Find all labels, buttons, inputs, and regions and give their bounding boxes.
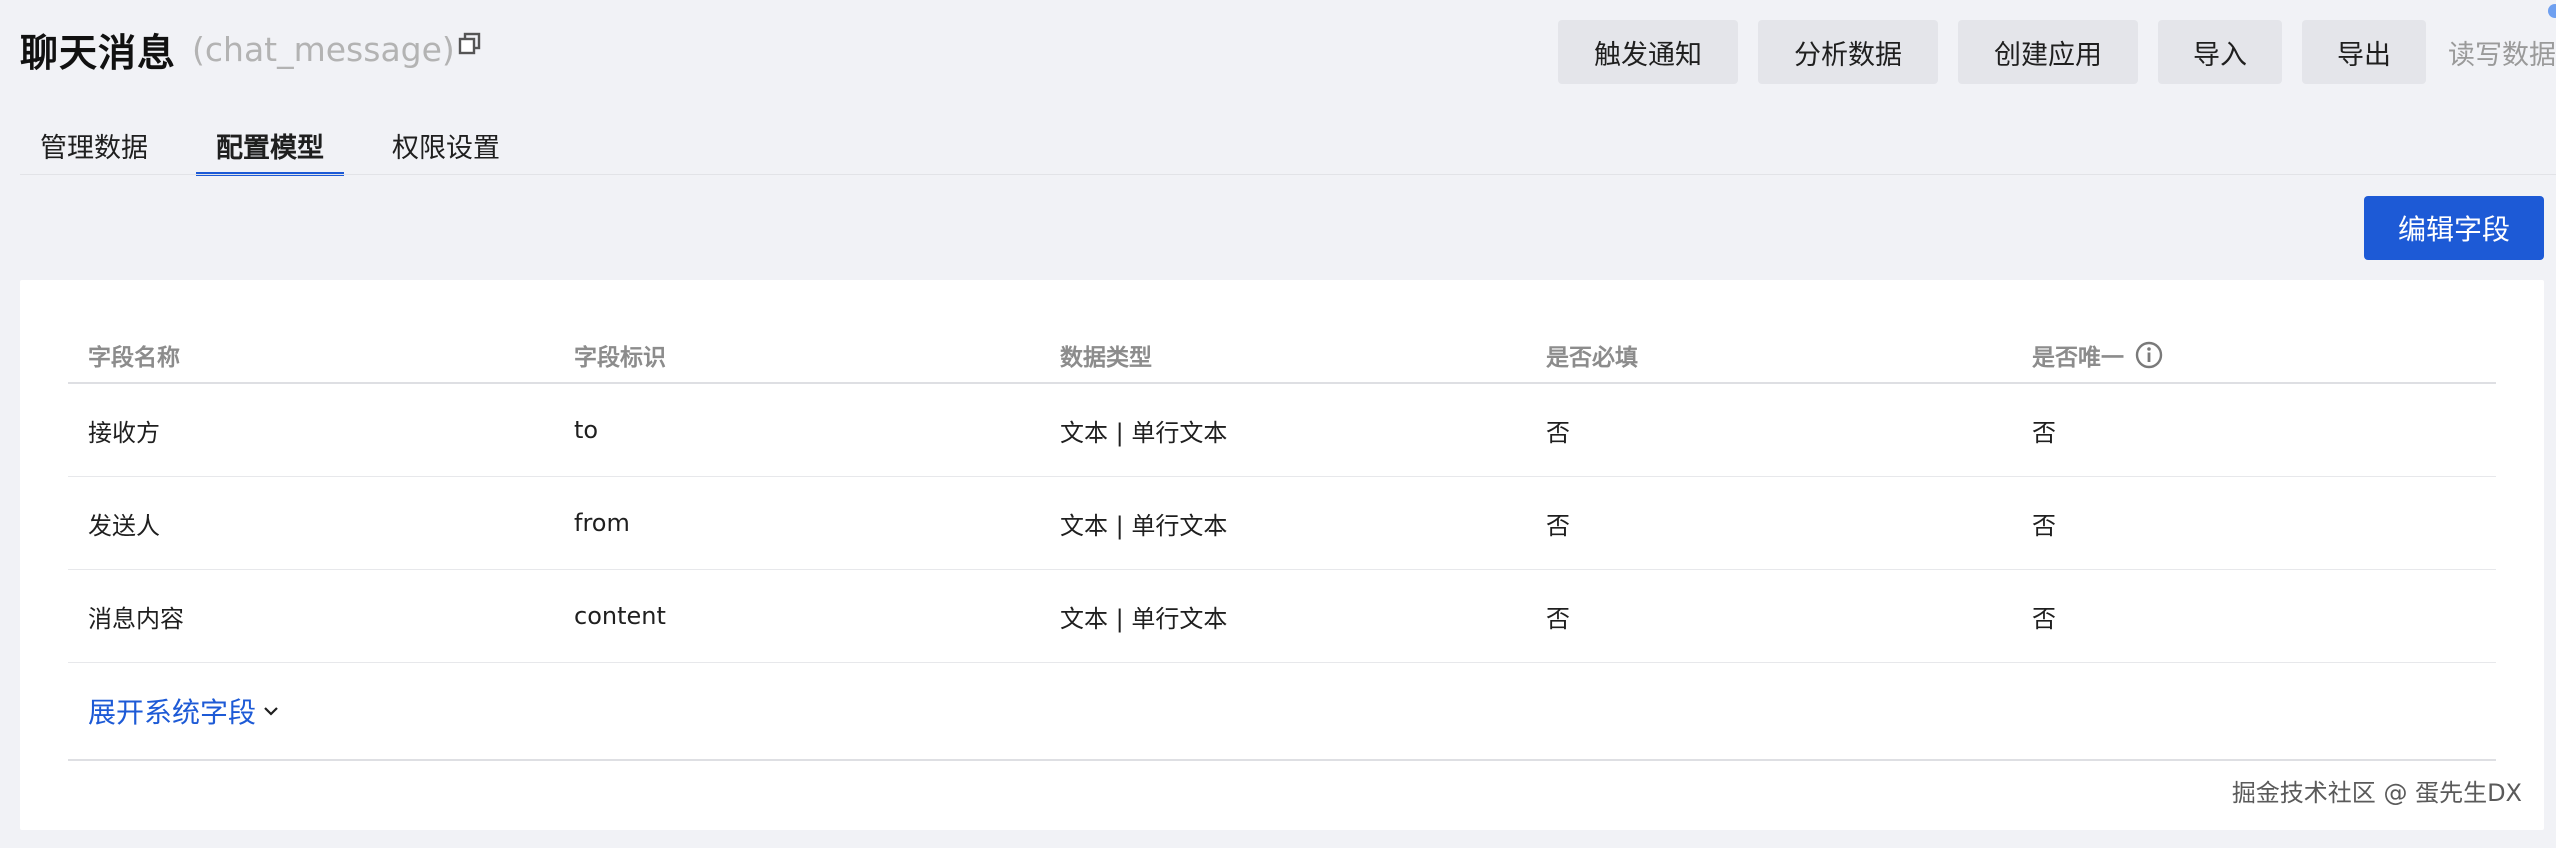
cell-field-key: from: [574, 509, 630, 537]
column-header-unique-label: 是否唯一: [2032, 345, 2124, 371]
column-header-field-name: 字段名称: [88, 345, 180, 371]
info-icon[interactable]: [2134, 340, 2164, 370]
column-header-required: 是否必填: [1546, 345, 1638, 371]
cell-field-key: content: [574, 602, 666, 630]
cell-data-type: 文本 | 单行文本: [1060, 604, 1228, 633]
fields-table: 字段名称 字段标识 数据类型 是否必填 是否唯一 接收方 to 文本 | 单行文…: [68, 328, 2496, 761]
cell-unique: 否: [2032, 418, 2056, 447]
table-row: 发送人 from 文本 | 单行文本 否 否: [68, 477, 2496, 570]
cell-data-type: 文本 | 单行文本: [1060, 418, 1228, 447]
collection-identifier: (chat_message): [192, 29, 455, 69]
cell-required: 否: [1546, 604, 1570, 633]
cell-required: 否: [1546, 418, 1570, 447]
tab-permissions[interactable]: 权限设置: [372, 118, 520, 176]
tab-bar: 管理数据 配置模型 权限设置: [20, 118, 548, 176]
tabs-divider: [20, 174, 2556, 175]
cell-field-name: 消息内容: [88, 604, 184, 633]
trigger-notification-button[interactable]: 触发通知: [1558, 20, 1738, 84]
cell-required: 否: [1546, 511, 1570, 540]
edit-fields-button[interactable]: 编辑字段: [2364, 196, 2544, 260]
export-button[interactable]: 导出: [2302, 20, 2426, 84]
page-title: 聊天消息: [20, 30, 177, 75]
analyze-data-button[interactable]: 分析数据: [1758, 20, 1938, 84]
column-header-unique: 是否唯一: [2012, 338, 2496, 372]
import-button[interactable]: 导入: [2158, 20, 2282, 84]
cell-field-key: to: [574, 416, 599, 444]
cell-field-name: 接收方: [88, 418, 160, 447]
column-header-data-type: 数据类型: [1060, 345, 1152, 371]
cell-unique: 否: [2032, 511, 2056, 540]
tab-manage-data[interactable]: 管理数据: [20, 118, 168, 176]
read-write-data-link[interactable]: 读写数据: [2448, 33, 2556, 72]
table-row: 接收方 to 文本 | 单行文本 否 否: [68, 384, 2496, 477]
chevron-down-icon: [262, 702, 280, 720]
column-header-field-key: 字段标识: [574, 345, 666, 371]
create-app-button[interactable]: 创建应用: [1958, 20, 2138, 84]
expand-system-fields-label: 展开系统字段: [88, 696, 257, 729]
watermark: 掘金技术社区 @ 蛋先生DX: [2231, 779, 2522, 807]
table-header: 字段名称 字段标识 数据类型 是否必填 是否唯一: [68, 328, 2496, 384]
edge-indicator: [2548, 4, 2556, 18]
expand-system-fields-row: 展开系统字段: [68, 663, 2496, 761]
cell-field-name: 发送人: [88, 511, 160, 540]
header-actions: 触发通知 分析数据 创建应用 导入 导出 读写数据: [1538, 20, 2556, 84]
page: 聊天消息 (chat_message) 触发通知 分析数据 创建应用 导入 导出…: [0, 0, 2556, 848]
page-header: 聊天消息 (chat_message): [20, 14, 483, 84]
table-row: 消息内容 content 文本 | 单行文本 否 否: [68, 570, 2496, 663]
cell-data-type: 文本 | 单行文本: [1060, 511, 1228, 540]
cell-unique: 否: [2032, 604, 2056, 633]
expand-system-fields-link[interactable]: 展开系统字段: [88, 691, 280, 731]
fields-card: 字段名称 字段标识 数据类型 是否必填 是否唯一 接收方 to 文本 | 单行文…: [20, 280, 2544, 830]
tab-configure-model[interactable]: 配置模型: [196, 118, 344, 176]
copy-icon[interactable]: [457, 31, 483, 57]
